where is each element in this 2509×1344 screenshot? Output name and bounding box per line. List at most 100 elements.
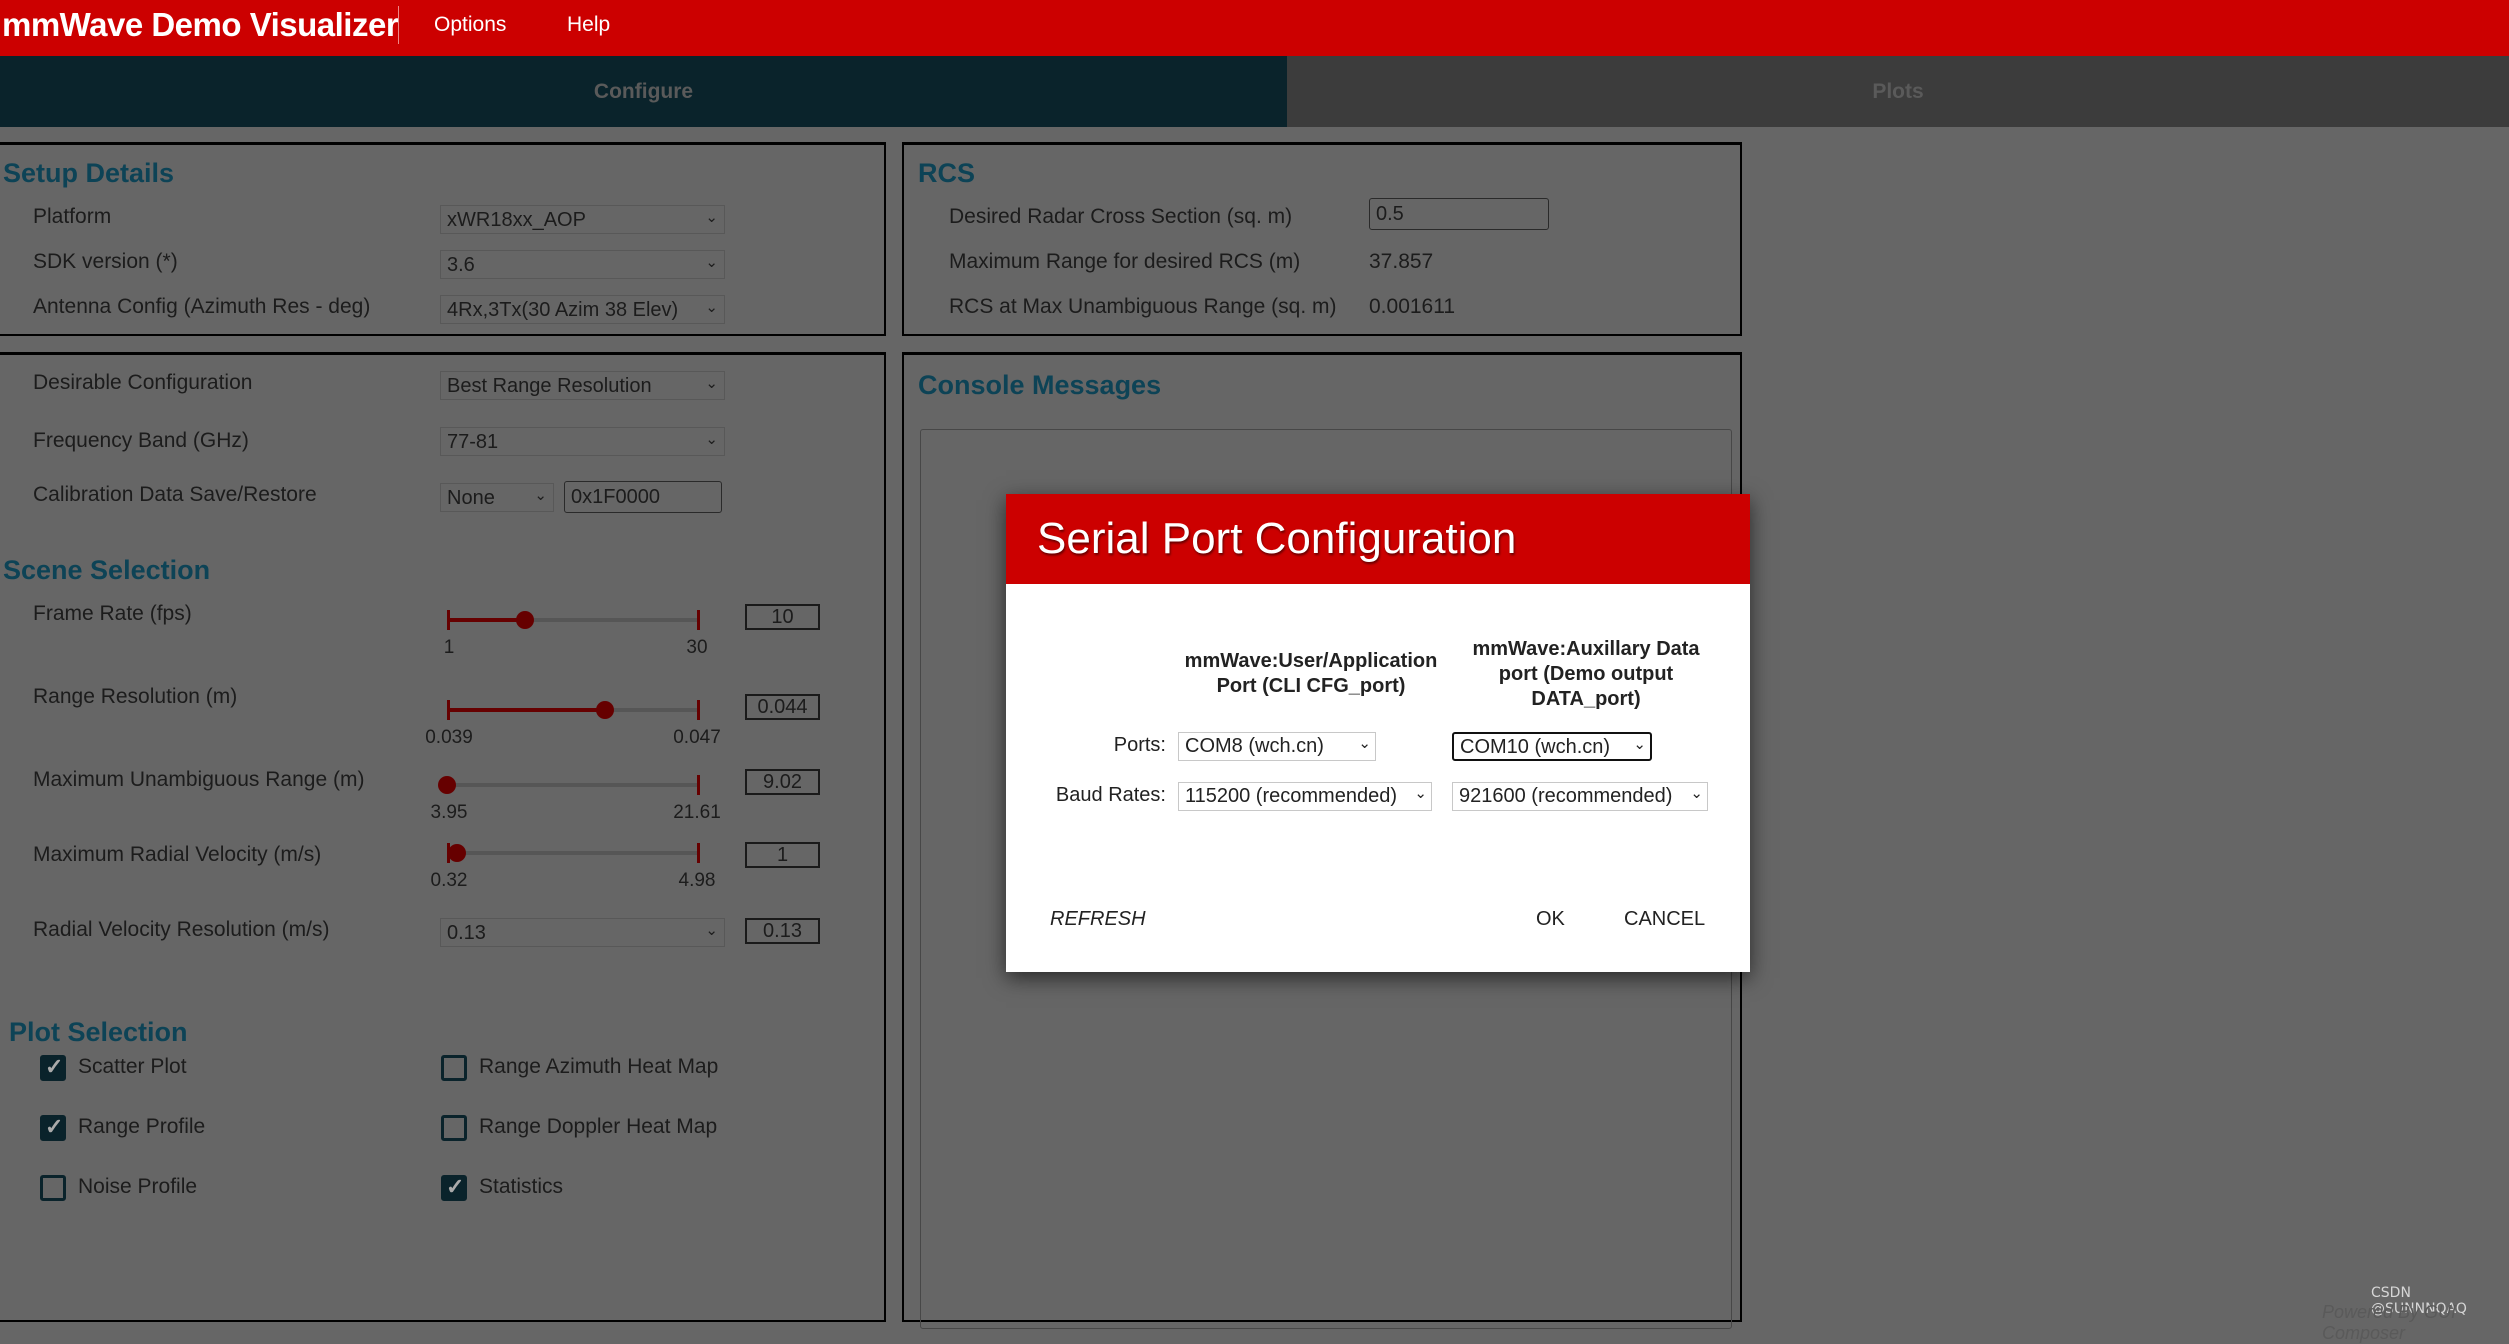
- max-velocity-label: Maximum Radial Velocity (m/s): [33, 843, 322, 866]
- ports-label: Ports:: [1113, 734, 1166, 756]
- max-range-rcs-label: Maximum Range for desired RCS (m): [949, 250, 1301, 273]
- slider-max-tick: [697, 700, 700, 720]
- menu-options[interactable]: Options: [434, 13, 506, 37]
- refresh-button[interactable]: REFRESH: [1050, 908, 1146, 931]
- data-baud-select[interactable]: 921600 (recommended) ⌄: [1452, 782, 1708, 811]
- calibration-select[interactable]: None ⌄: [440, 483, 554, 512]
- scene-config-panel: Desirable Configuration Best Range Resol…: [0, 352, 886, 1322]
- slider-thumb[interactable]: [448, 844, 467, 862]
- desired-rcs-label: Desired Radar Cross Section (sq. m): [949, 205, 1293, 228]
- velocity-resolution-display: 0.13: [745, 918, 820, 944]
- cli-baud-select[interactable]: 115200 (recommended) ⌄: [1178, 782, 1432, 811]
- chevron-down-icon: ⌄: [1633, 736, 1646, 753]
- checkbox-range-profile[interactable]: [40, 1114, 66, 1141]
- chevron-down-icon: ⌄: [705, 209, 718, 226]
- checkbox-range-azimuth-heat-map[interactable]: [441, 1055, 467, 1081]
- slider-max-tick: [697, 610, 700, 630]
- slider-min-tick: [447, 610, 450, 630]
- frequency-band-label: Frequency Band (GHz): [33, 429, 249, 452]
- sdk-select[interactable]: 3.6 ⌄: [440, 250, 725, 279]
- header-divider: [398, 6, 399, 44]
- cancel-button[interactable]: CANCEL: [1624, 908, 1705, 931]
- slider-track[interactable]: [447, 783, 699, 787]
- range-resolution-max: 0.047: [673, 727, 721, 748]
- checkbox-label-range-profile[interactable]: Range Profile: [78, 1115, 205, 1139]
- calibration-value: None: [447, 487, 495, 509]
- console-title: Console Messages: [918, 370, 1162, 400]
- slider-max-tick: [697, 775, 700, 795]
- powered-by-text: Powered By GUI Composer: [2322, 1302, 2457, 1343]
- desirable-config-label: Desirable Configuration: [33, 371, 253, 394]
- checkbox-label-noise-profile[interactable]: Noise Profile: [78, 1175, 197, 1199]
- range-resolution-label: Range Resolution (m): [33, 685, 238, 708]
- platform-value: xWR18xx_AOP: [447, 209, 586, 231]
- data-baud-value: 921600 (recommended): [1459, 785, 1673, 807]
- antenna-value: 4Rx,3Tx(30 Azim 38 Elev): [447, 299, 679, 321]
- slider-fill: [447, 618, 526, 622]
- max-velocity-slider[interactable]: [447, 843, 700, 863]
- velocity-resolution-label: Radial Velocity Resolution (m/s): [33, 918, 330, 941]
- menu-help[interactable]: Help: [567, 13, 610, 37]
- antenna-select[interactable]: 4Rx,3Tx(30 Azim 38 Elev) ⌄: [440, 295, 725, 324]
- chevron-down-icon: ⌄: [705, 922, 718, 939]
- checkbox-label-range-azimuth-heat-map[interactable]: Range Azimuth Heat Map: [479, 1055, 718, 1079]
- checkbox-label-scatter-plot[interactable]: Scatter Plot: [78, 1055, 187, 1079]
- serial-port-dialog: Serial Port Configuration mmWave:User/Ap…: [1006, 494, 1750, 972]
- rcs-title: RCS: [918, 158, 976, 188]
- tab-configure[interactable]: Configure: [0, 56, 1287, 127]
- slider-track[interactable]: [447, 851, 699, 855]
- checkbox-statistics[interactable]: [441, 1174, 467, 1201]
- slider-thumb[interactable]: [516, 611, 535, 629]
- velocity-resolution-select[interactable]: 0.13 ⌄: [440, 918, 725, 947]
- frequency-band-value: 77-81: [447, 431, 499, 453]
- plot-selection-title: Plot Selection: [9, 1017, 188, 1047]
- range-resolution-min: 0.039: [425, 727, 473, 748]
- cli-port-select[interactable]: COM8 (wch.cn) ⌄: [1178, 732, 1376, 761]
- velocity-resolution-value: 0.13: [447, 922, 486, 944]
- data-port-column-header: mmWave:Auxillary Data port (Demo output …: [1472, 638, 1700, 710]
- checkbox-label-statistics[interactable]: Statistics: [479, 1175, 563, 1199]
- max-range-min: 3.95: [430, 802, 468, 823]
- setup-details-title: Setup Details: [3, 158, 175, 188]
- range-resolution-slider[interactable]: [447, 700, 700, 720]
- max-range-max: 21.61: [673, 802, 721, 823]
- sdk-label: SDK version (*): [33, 250, 178, 273]
- chevron-down-icon: ⌄: [1414, 785, 1427, 802]
- sdk-value: 3.6: [447, 254, 475, 276]
- calibration-address-input[interactable]: [564, 481, 722, 513]
- frame-rate-label: Frame Rate (fps): [33, 602, 192, 625]
- cli-port-value: COM8 (wch.cn): [1185, 735, 1324, 757]
- rcs-max-range-label: RCS at Max Unambiguous Range (sq. m): [949, 295, 1337, 318]
- slider-max-tick: [697, 843, 700, 863]
- slider-min-tick: [447, 700, 450, 720]
- cli-port-column-header: mmWave:User/Application Port (CLI CFG_po…: [1184, 650, 1438, 697]
- max-range-slider[interactable]: [438, 775, 700, 795]
- data-port-select[interactable]: COM10 (wch.cn) ⌄: [1452, 732, 1652, 761]
- max-range-rcs-value: 37.857: [1369, 250, 1434, 273]
- max-range-label: Maximum Unambiguous Range (m): [33, 768, 365, 791]
- checkbox-label-range-doppler-heat-map[interactable]: Range Doppler Heat Map: [479, 1115, 717, 1139]
- tab-plots[interactable]: Plots: [1287, 56, 2509, 127]
- frequency-band-select[interactable]: 77-81 ⌄: [440, 427, 725, 456]
- desired-rcs-input[interactable]: [1369, 198, 1549, 230]
- antenna-label: Antenna Config (Azimuth Res - deg): [33, 295, 371, 318]
- checkbox-range-doppler-heat-map[interactable]: [441, 1115, 467, 1141]
- data-port-value: COM10 (wch.cn): [1460, 736, 1611, 758]
- slider-thumb[interactable]: [595, 701, 614, 719]
- checkbox-scatter-plot[interactable]: [40, 1054, 66, 1081]
- chevron-down-icon: ⌄: [534, 487, 547, 504]
- chevron-down-icon: ⌄: [705, 254, 718, 271]
- desirable-config-select[interactable]: Best Range Resolution ⌄: [440, 371, 725, 400]
- frame-rate-slider[interactable]: [447, 610, 700, 630]
- ok-button[interactable]: OK: [1536, 908, 1565, 931]
- calibration-label: Calibration Data Save/Restore: [33, 483, 317, 506]
- slider-thumb[interactable]: [438, 776, 456, 794]
- frame-rate-max: 30: [686, 637, 708, 658]
- platform-select[interactable]: xWR18xx_AOP ⌄: [440, 205, 725, 234]
- range-resolution-value: 0.044: [745, 694, 820, 720]
- main-tabs: Configure Plots: [0, 56, 2509, 127]
- setup-details-panel: Setup Details Platform xWR18xx_AOP ⌄ SDK …: [0, 142, 886, 336]
- checkbox-noise-profile[interactable]: [40, 1175, 66, 1201]
- cli-baud-value: 115200 (recommended): [1185, 785, 1397, 807]
- frame-rate-min: 1: [443, 637, 455, 658]
